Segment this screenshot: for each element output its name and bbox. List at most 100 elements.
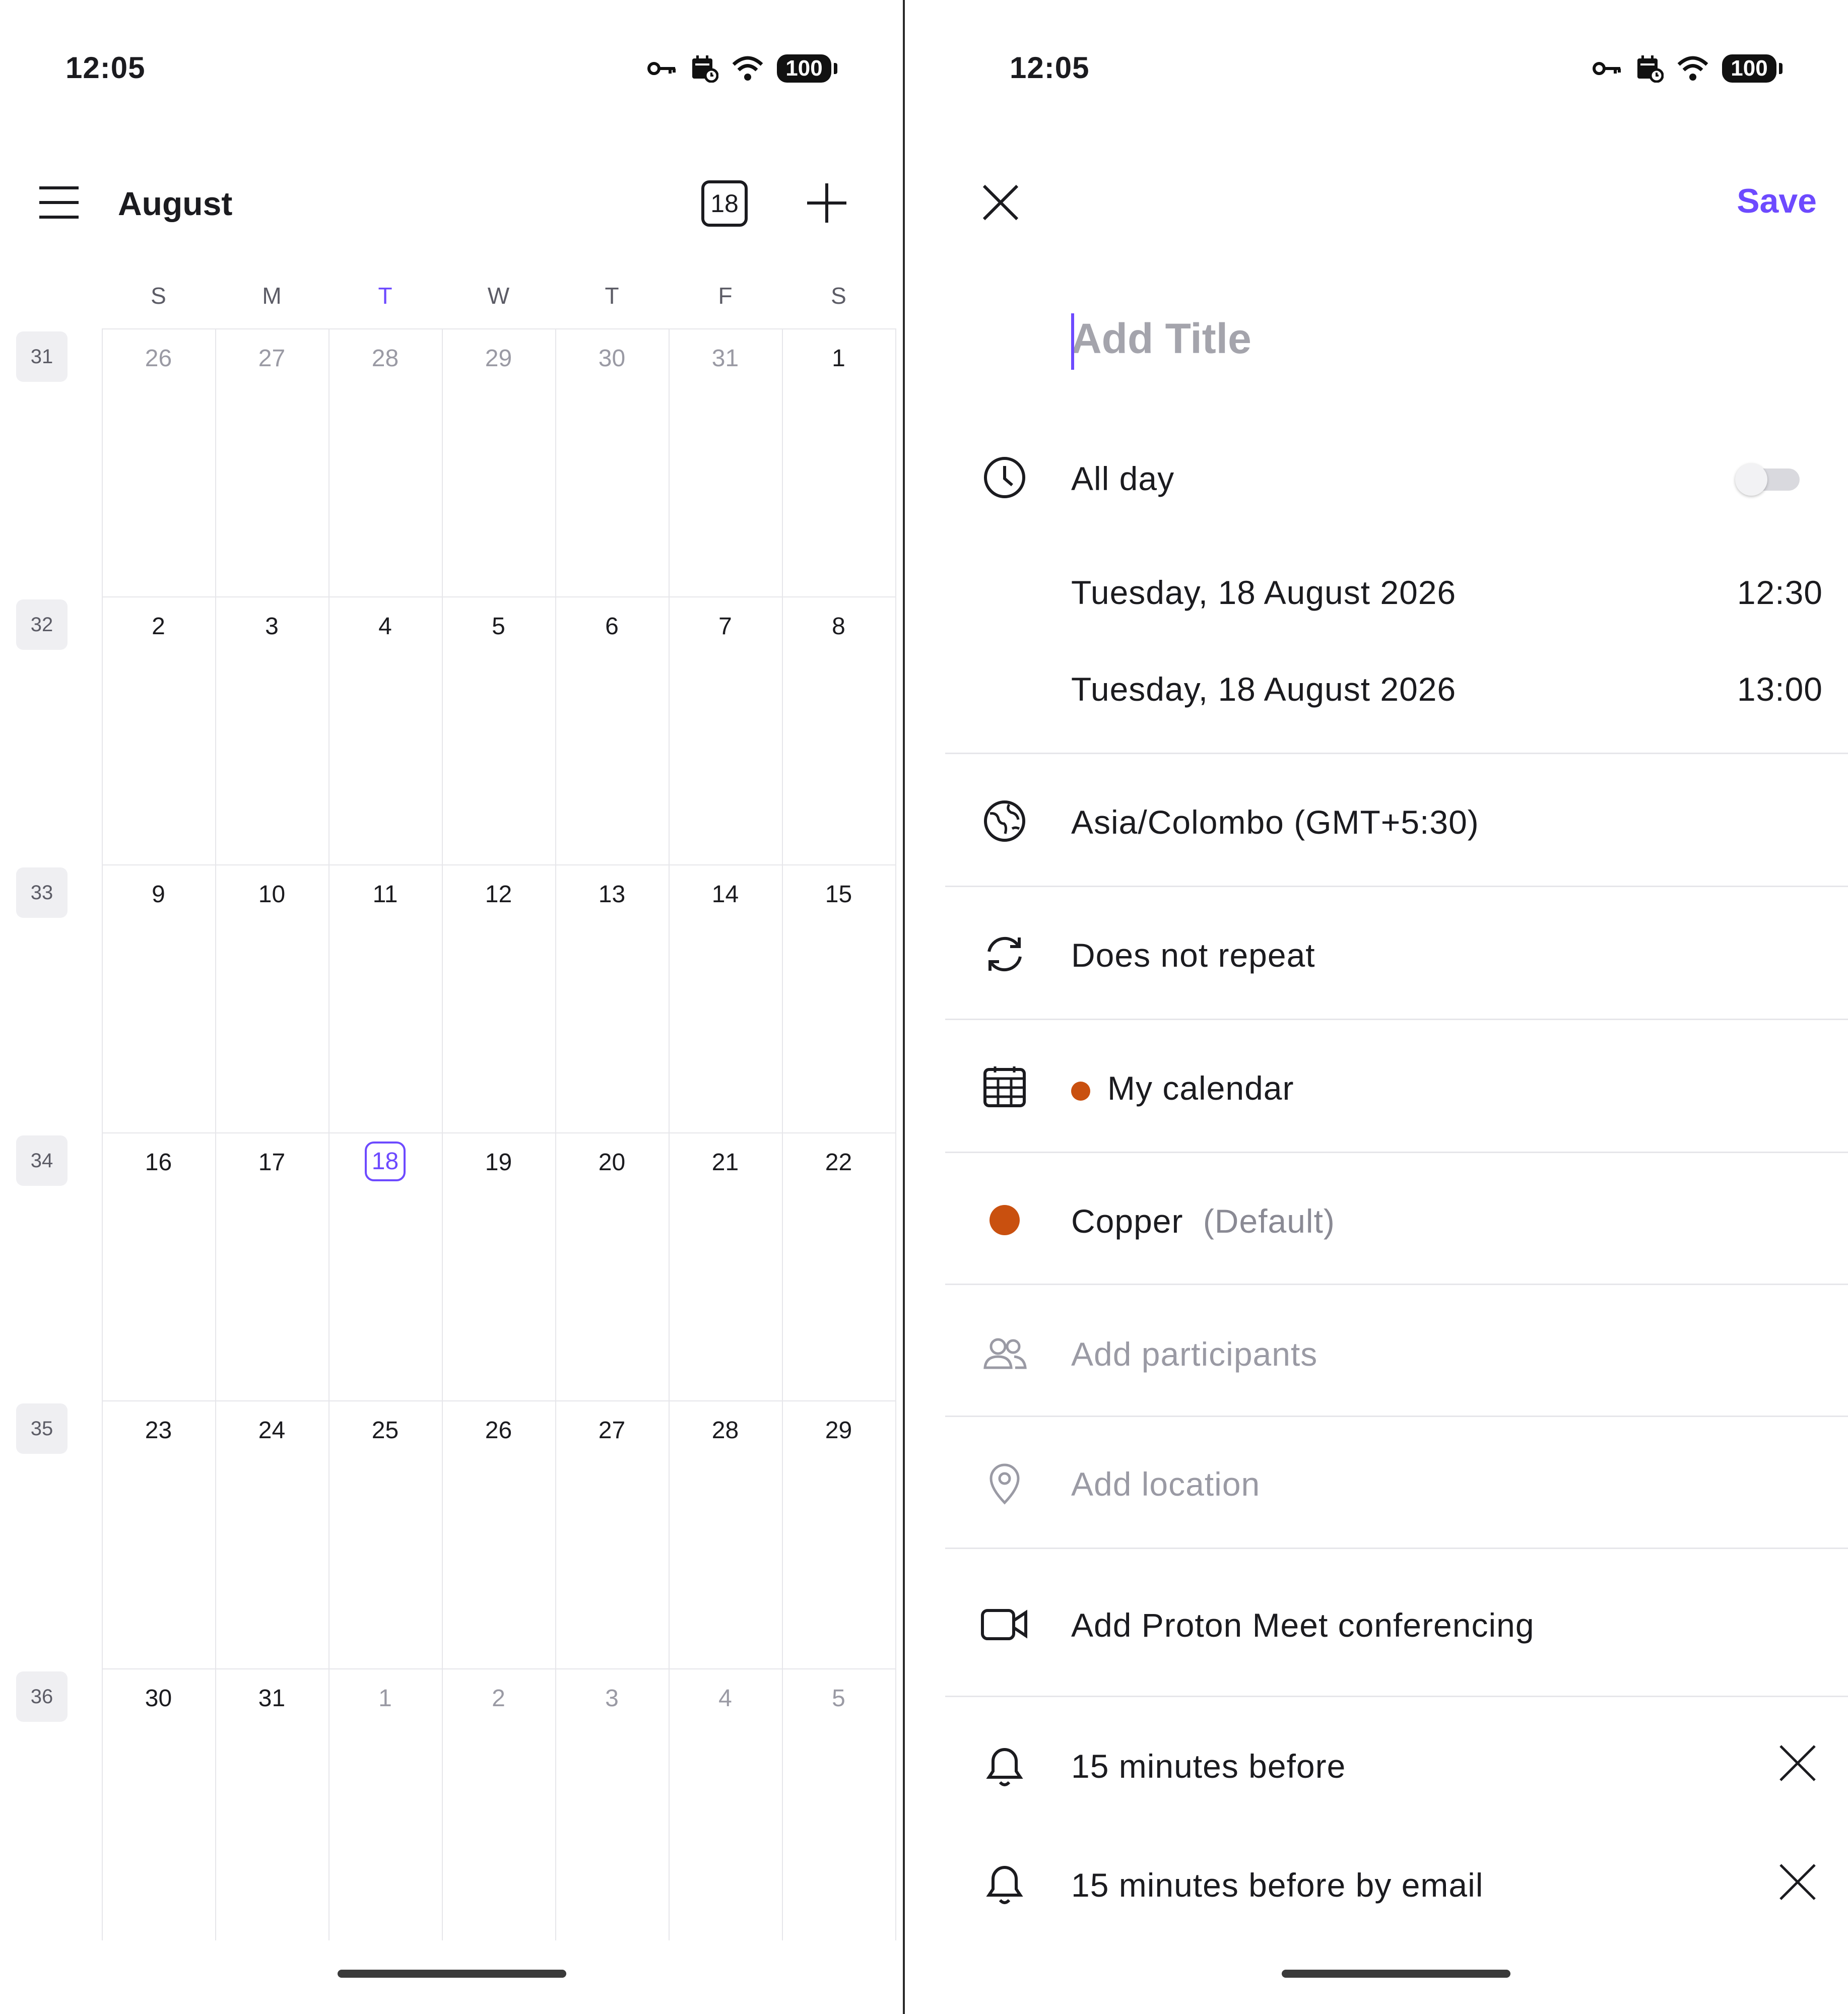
day-cell[interactable]: 12 <box>442 879 555 910</box>
day-cell[interactable]: 30 <box>555 343 669 374</box>
week-number: 36 <box>16 1671 68 1722</box>
today-button[interactable]: 18 <box>701 180 748 227</box>
participants-input[interactable]: Add participants <box>1071 1335 1317 1373</box>
day-cell[interactable]: 18 <box>328 1142 442 1181</box>
day-number: 27 <box>598 1417 626 1444</box>
month-grid: 26 27 28 29 30 31 1 2 3 4 5 6 7 8 9 10 11 12 13 14 15 16 17 18 1… <box>102 328 896 1940</box>
day-cell[interactable]: 20 <box>555 1147 669 1178</box>
day-cell[interactable]: 16 <box>102 1147 215 1178</box>
menu-icon[interactable] <box>37 182 81 223</box>
day-cell[interactable]: 4 <box>328 611 442 642</box>
day-number: 20 <box>598 1149 626 1176</box>
timezone-value[interactable]: Asia/Colombo (GMT+5:30) <box>1071 803 1479 841</box>
day-cell[interactable]: 15 <box>782 879 895 910</box>
day-number: 25 <box>371 1417 399 1444</box>
battery-indicator: 100 <box>777 54 837 83</box>
week-number: 33 <box>16 867 68 918</box>
calendar-select[interactable]: My calendar <box>1071 1069 1294 1107</box>
grid-line <box>102 1400 896 1401</box>
repeat-value[interactable]: Does not repeat <box>1071 936 1315 974</box>
day-number: 1 <box>832 345 845 372</box>
day-cell[interactable]: 3 <box>215 611 328 642</box>
day-cell[interactable]: 14 <box>669 879 782 910</box>
day-number: 27 <box>258 345 286 372</box>
day-number: 17 <box>258 1149 286 1176</box>
weekday-label: T <box>605 283 619 309</box>
day-cell[interactable]: 9 <box>102 879 215 910</box>
weekday-label: M <box>262 283 282 309</box>
month-title[interactable]: August <box>118 184 232 223</box>
day-cell[interactable]: 24 <box>215 1415 328 1446</box>
day-cell[interactable]: 2 <box>102 611 215 642</box>
day-number: 5 <box>492 613 505 640</box>
day-number: 7 <box>718 613 732 640</box>
add-event-icon[interactable] <box>805 181 848 225</box>
day-cell[interactable]: 7 <box>669 611 782 642</box>
day-cell[interactable]: 11 <box>328 879 442 910</box>
day-number: 28 <box>371 345 399 372</box>
day-cell[interactable]: 28 <box>328 343 442 374</box>
day-cell[interactable]: 4 <box>669 1683 782 1714</box>
day-cell[interactable]: 13 <box>555 879 669 910</box>
all-day-label: All day <box>1071 460 1175 497</box>
day-cell[interactable]: 8 <box>782 611 895 642</box>
divider <box>945 1152 1848 1153</box>
day-number: 5 <box>832 1685 845 1712</box>
notification-2[interactable]: 15 minutes before by email <box>1071 1866 1483 1904</box>
day-cell[interactable]: 27 <box>215 343 328 374</box>
day-cell[interactable]: 29 <box>782 1415 895 1446</box>
divider <box>945 1416 1848 1417</box>
day-cell[interactable]: 23 <box>102 1415 215 1446</box>
day-number: 29 <box>825 1417 852 1444</box>
day-cell[interactable]: 17 <box>215 1147 328 1178</box>
day-number: 26 <box>145 345 172 372</box>
day-cell[interactable]: 28 <box>669 1415 782 1446</box>
remove-notification-1-icon[interactable] <box>1777 1743 1818 1783</box>
title-input[interactable]: Add Title <box>1071 314 1251 363</box>
day-cell[interactable]: 27 <box>555 1415 669 1446</box>
day-cell[interactable]: 26 <box>102 343 215 374</box>
week-number: 32 <box>16 599 68 650</box>
close-icon[interactable] <box>980 182 1021 223</box>
remove-notification-2-icon[interactable] <box>1777 1862 1818 1902</box>
day-cell[interactable]: 6 <box>555 611 669 642</box>
day-cell[interactable]: 30 <box>102 1683 215 1714</box>
day-cell[interactable]: 1 <box>328 1683 442 1714</box>
day-cell[interactable]: 25 <box>328 1415 442 1446</box>
start-date[interactable]: Tuesday, 18 August 2026 <box>1071 573 1456 612</box>
conferencing-button[interactable]: Add Proton Meet conferencing <box>1071 1606 1535 1644</box>
color-select[interactable]: Copper (Default) <box>1071 1202 1335 1240</box>
day-cell[interactable]: 31 <box>669 343 782 374</box>
location-pin-icon <box>980 1459 1029 1507</box>
day-number: 11 <box>372 881 398 908</box>
day-cell[interactable]: 21 <box>669 1147 782 1178</box>
calendar-name: My calendar <box>1107 1069 1294 1107</box>
day-number: 3 <box>605 1685 619 1712</box>
battery-indicator: 100 <box>1722 54 1783 83</box>
day-cell[interactable]: 29 <box>442 343 555 374</box>
status-icons: 100 <box>647 54 837 83</box>
day-cell[interactable]: 5 <box>442 611 555 642</box>
notification-1[interactable]: 15 minutes before <box>1071 1747 1346 1785</box>
selected-day-number: 18 <box>364 1142 406 1181</box>
day-cell[interactable]: 10 <box>215 879 328 910</box>
day-cell[interactable]: 5 <box>782 1683 895 1714</box>
end-time[interactable]: 13:00 <box>1737 670 1823 708</box>
all-day-toggle[interactable] <box>1735 463 1800 496</box>
day-cell[interactable]: 1 <box>782 343 895 374</box>
day-cell[interactable]: 31 <box>215 1683 328 1714</box>
day-cell[interactable]: 19 <box>442 1147 555 1178</box>
day-cell[interactable]: 2 <box>442 1683 555 1714</box>
end-date[interactable]: Tuesday, 18 August 2026 <box>1071 670 1456 708</box>
day-cell[interactable]: 22 <box>782 1147 895 1178</box>
calendar-month-screen: 12:05 100 August 18 SMTWTFS 31 32 33 34 35 36… <box>0 0 903 2014</box>
day-cell[interactable]: 3 <box>555 1683 669 1714</box>
start-time[interactable]: 12:30 <box>1737 573 1823 612</box>
globe-icon <box>980 797 1029 845</box>
day-cell[interactable]: 26 <box>442 1415 555 1446</box>
save-button[interactable]: Save <box>1737 181 1817 221</box>
vpn-key-icon <box>1593 62 1621 75</box>
day-number: 26 <box>485 1417 512 1444</box>
weekday-label: T <box>378 283 392 309</box>
location-input[interactable]: Add location <box>1071 1465 1260 1503</box>
